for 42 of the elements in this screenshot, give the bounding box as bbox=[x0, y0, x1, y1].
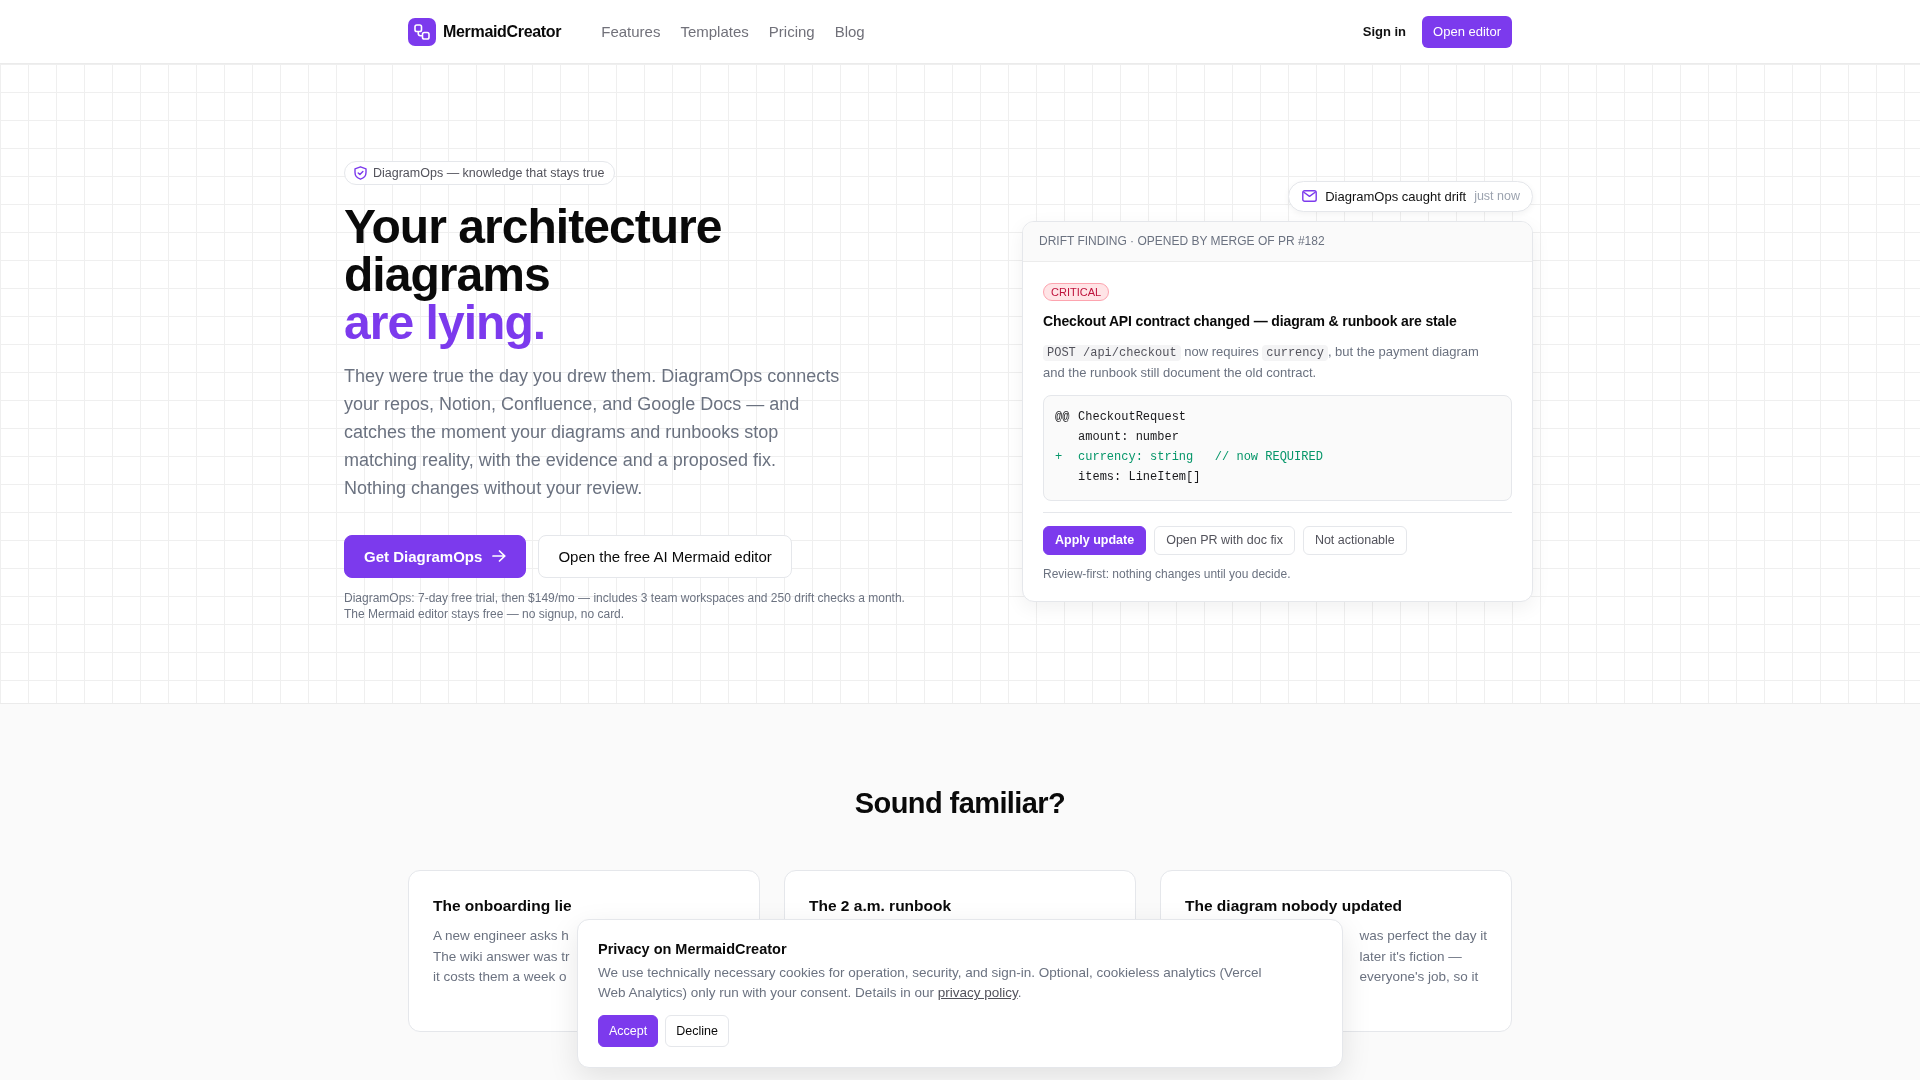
problem-title: The diagram nobody updated bbox=[1185, 896, 1402, 916]
cookie-message: We use technically necessary cookies for operation, security, and sign-in. Optional, cookieless analytics (Vercel Web Analytics) only run with your consent. Details in our privacy policy. bbox=[598, 964, 1263, 1002]
diff-line: + currency: string // now REQUIRED bbox=[1055, 448, 1323, 466]
finding-description: POST /api/checkout now requires currency , but the payment diagram and the runbook still document the old contract. bbox=[1043, 342, 1480, 382]
hero-description: They were true the day you drew them. DiagramOps connects your repos, Notion, Confluence, and Google Docs — and catches the moment your diagrams and runbooks stop matching reality, with the evidence and a proposed fix. Nothing changes without your review. bbox=[344, 364, 840, 500]
nav-link[interactable]: Pricing bbox=[768, 23, 815, 40]
primary-action-button[interactable]: Apply update bbox=[1043, 525, 1147, 555]
problem-text: was perfect the day it later it's fiction — everyone's job, so it bbox=[1359, 927, 1487, 986]
arrow-right-icon bbox=[492, 550, 507, 562]
cta-button[interactable]: Get DiagramOps bbox=[344, 534, 527, 578]
nav-link[interactable]: Features bbox=[601, 23, 661, 40]
diff-line: items: LineItem[] bbox=[1077, 468, 1201, 486]
review-note: Review-first: nothing changes until you decide. bbox=[1043, 566, 1291, 581]
privacy-policy-link[interactable]: privacy policy bbox=[937, 985, 1018, 1000]
diff-line: @@ CheckoutRequest bbox=[1055, 408, 1187, 426]
nav-link[interactable]: Blog bbox=[834, 23, 865, 40]
announcement-text: DiagramOps — knowledge that stays true bbox=[373, 165, 605, 180]
finding-title: Checkout API contract changed — diagram & runbook are stale bbox=[1043, 311, 1457, 331]
problem-title: The onboarding lie bbox=[433, 896, 572, 916]
finding-header: DRIFT FINDING · OPENED BY MERGE OF PR #182 bbox=[1023, 221, 1532, 262]
problem-title: The 2 a.m. runbook bbox=[809, 896, 952, 916]
problem-text: A new engineer asks h The wiki answer was tr it costs them a week o bbox=[433, 927, 570, 986]
action-button[interactable]: Open PR with doc fix bbox=[1154, 525, 1295, 555]
severity-label: CRITICAL bbox=[1043, 282, 1110, 301]
nav-link[interactable]: Templates bbox=[680, 23, 749, 40]
pricing-note: DiagramOps: 7-day free trial, then $149/mo — includes 3 team workspaces and 250 drift checks a month. The Mermaid editor stays free — no signup, no card. bbox=[344, 589, 905, 622]
brand-name[interactable]: MermaidCreator bbox=[443, 22, 562, 41]
logo-icon[interactable] bbox=[408, 17, 436, 46]
cookie-title: Privacy on MermaidCreator bbox=[598, 940, 787, 959]
sign-in-link[interactable]: Sign in bbox=[1362, 24, 1407, 39]
decline-button[interactable]: Decline bbox=[665, 1015, 729, 1047]
notification-title: DiagramOps caught drift bbox=[1325, 188, 1467, 204]
mail-icon bbox=[1302, 190, 1318, 202]
diff-line: amount: number bbox=[1077, 428, 1179, 446]
secondary-cta-button[interactable]: Open the free AI Mermaid editor bbox=[538, 534, 792, 578]
notification-time: just now bbox=[1474, 189, 1520, 203]
shield-check-icon bbox=[354, 165, 367, 180]
accept-button[interactable]: Accept bbox=[598, 1015, 659, 1047]
action-button[interactable]: Not actionable bbox=[1302, 525, 1407, 555]
section-heading: Sound familiar? bbox=[854, 786, 1066, 821]
open-editor-button[interactable]: Open editor bbox=[1422, 15, 1512, 48]
hero-headline: Your architecture diagrams are lying. bbox=[344, 202, 723, 347]
